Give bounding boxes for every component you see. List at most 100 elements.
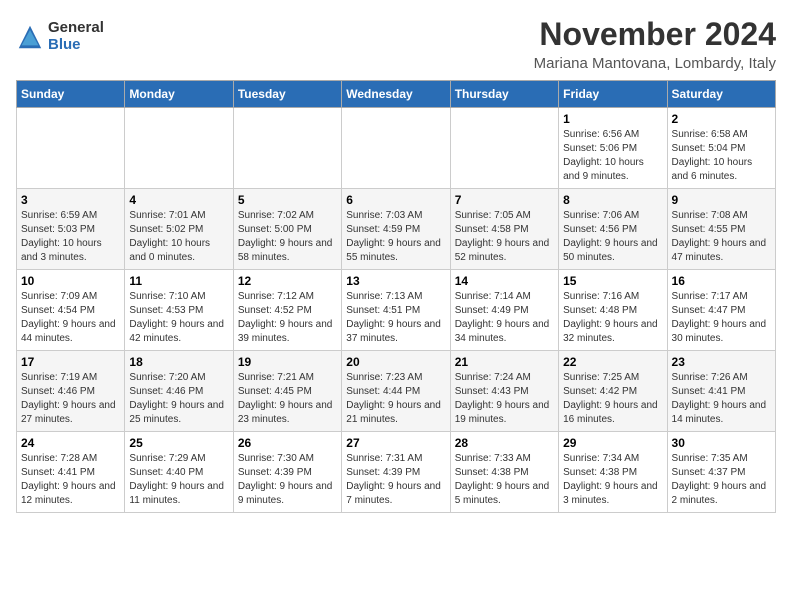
- day-number: 6: [346, 193, 445, 207]
- header-day-monday: Monday: [125, 81, 233, 108]
- header-day-friday: Friday: [559, 81, 667, 108]
- location-subtitle: Mariana Mantovana, Lombardy, Italy: [534, 55, 776, 72]
- week-row-5: 24 Sunrise: 7:28 AM Sunset: 4:41 PM Dayli…: [17, 432, 776, 513]
- calendar-cell: 7 Sunrise: 7:05 AM Sunset: 4:58 PM Daylig…: [450, 189, 558, 270]
- day-number: 10: [21, 274, 120, 288]
- day-info: Sunrise: 7:05 AM Sunset: 4:58 PM Dayligh…: [455, 209, 554, 265]
- day-number: 7: [455, 193, 554, 207]
- header-day-saturday: Saturday: [667, 81, 775, 108]
- calendar-cell: 9 Sunrise: 7:08 AM Sunset: 4:55 PM Daylig…: [667, 189, 775, 270]
- day-number: 19: [238, 355, 337, 369]
- calendar-cell: [125, 108, 233, 189]
- calendar-cell: 16 Sunrise: 7:17 AM Sunset: 4:47 PM Dayli…: [667, 270, 775, 351]
- calendar-cell: 18 Sunrise: 7:20 AM Sunset: 4:46 PM Dayli…: [125, 351, 233, 432]
- header-row: SundayMondayTuesdayWednesdayThursdayFrid…: [17, 81, 776, 108]
- day-number: 9: [672, 193, 771, 207]
- day-number: 8: [563, 193, 662, 207]
- day-info: Sunrise: 7:28 AM Sunset: 4:41 PM Dayligh…: [21, 452, 120, 508]
- day-info: Sunrise: 7:01 AM Sunset: 5:02 PM Dayligh…: [129, 209, 228, 265]
- day-info: Sunrise: 7:12 AM Sunset: 4:52 PM Dayligh…: [238, 290, 337, 346]
- calendar-cell: [233, 108, 341, 189]
- week-row-3: 10 Sunrise: 7:09 AM Sunset: 4:54 PM Dayli…: [17, 270, 776, 351]
- day-info: Sunrise: 7:25 AM Sunset: 4:42 PM Dayligh…: [563, 371, 662, 427]
- day-number: 2: [672, 112, 771, 126]
- day-number: 16: [672, 274, 771, 288]
- logo-icon: [16, 23, 44, 51]
- day-number: 29: [563, 436, 662, 450]
- day-info: Sunrise: 7:14 AM Sunset: 4:49 PM Dayligh…: [455, 290, 554, 346]
- day-info: Sunrise: 7:20 AM Sunset: 4:46 PM Dayligh…: [129, 371, 228, 427]
- calendar-cell: 13Sunrise: 7:13 AM Sunset: 4:51 PM Dayli…: [342, 270, 450, 351]
- calendar-cell: 14 Sunrise: 7:14 AM Sunset: 4:49 PM Dayli…: [450, 270, 558, 351]
- calendar-cell: 4Sunrise: 7:01 AM Sunset: 5:02 PM Daylig…: [125, 189, 233, 270]
- day-info: Sunrise: 7:29 AM Sunset: 4:40 PM Dayligh…: [129, 452, 228, 508]
- day-number: 3: [21, 193, 120, 207]
- calendar-cell: 20 Sunrise: 7:23 AM Sunset: 4:44 PM Dayli…: [342, 351, 450, 432]
- day-info: Sunrise: 7:33 AM Sunset: 4:38 PM Dayligh…: [455, 452, 554, 508]
- day-info: Sunrise: 7:26 AM Sunset: 4:41 PM Dayligh…: [672, 371, 771, 427]
- calendar-cell: 21 Sunrise: 7:24 AM Sunset: 4:43 PM Dayli…: [450, 351, 558, 432]
- day-number: 14: [455, 274, 554, 288]
- header-day-sunday: Sunday: [17, 81, 125, 108]
- week-row-2: 3Sunrise: 6:59 AM Sunset: 5:03 PM Daylig…: [17, 189, 776, 270]
- day-number: 20: [346, 355, 445, 369]
- day-info: Sunrise: 7:23 AM Sunset: 4:44 PM Dayligh…: [346, 371, 445, 427]
- calendar-cell: 5 Sunrise: 7:02 AM Sunset: 5:00 PM Daylig…: [233, 189, 341, 270]
- calendar-cell: 24 Sunrise: 7:28 AM Sunset: 4:41 PM Dayli…: [17, 432, 125, 513]
- calendar-cell: 19 Sunrise: 7:21 AM Sunset: 4:45 PM Dayli…: [233, 351, 341, 432]
- month-title: November 2024: [534, 16, 776, 53]
- day-number: 23: [672, 355, 771, 369]
- day-number: 1: [563, 112, 662, 126]
- calendar-cell: 2 Sunrise: 6:58 AM Sunset: 5:04 PM Daylig…: [667, 108, 775, 189]
- day-number: 26: [238, 436, 337, 450]
- calendar-body: 1 Sunrise: 6:56 AM Sunset: 5:06 PM Daylig…: [17, 108, 776, 513]
- calendar-cell: 29 Sunrise: 7:34 AM Sunset: 4:38 PM Dayli…: [559, 432, 667, 513]
- day-info: Sunrise: 7:24 AM Sunset: 4:43 PM Dayligh…: [455, 371, 554, 427]
- day-info: Sunrise: 7:35 AM Sunset: 4:37 PM Dayligh…: [672, 452, 771, 508]
- week-row-1: 1 Sunrise: 6:56 AM Sunset: 5:06 PM Daylig…: [17, 108, 776, 189]
- day-info: Sunrise: 7:17 AM Sunset: 4:47 PM Dayligh…: [672, 290, 771, 346]
- day-info: Sunrise: 7:09 AM Sunset: 4:54 PM Dayligh…: [21, 290, 120, 346]
- day-info: Sunrise: 7:16 AM Sunset: 4:48 PM Dayligh…: [563, 290, 662, 346]
- day-info: Sunrise: 7:21 AM Sunset: 4:45 PM Dayligh…: [238, 371, 337, 427]
- day-number: 18: [129, 355, 228, 369]
- day-info: Sunrise: 7:03 AM Sunset: 4:59 PM Dayligh…: [346, 209, 445, 265]
- calendar-cell: 10 Sunrise: 7:09 AM Sunset: 4:54 PM Dayli…: [17, 270, 125, 351]
- title-area: November 2024 Mariana Mantovana, Lombard…: [534, 16, 776, 72]
- day-number: 30: [672, 436, 771, 450]
- day-info: Sunrise: 6:58 AM Sunset: 5:04 PM Dayligh…: [672, 128, 771, 184]
- calendar-table: SundayMondayTuesdayWednesdayThursdayFrid…: [16, 80, 776, 513]
- logo-general-text: General: [48, 20, 104, 37]
- day-number: 15: [563, 274, 662, 288]
- header-day-thursday: Thursday: [450, 81, 558, 108]
- calendar-cell: 11Sunrise: 7:10 AM Sunset: 4:53 PM Dayli…: [125, 270, 233, 351]
- day-info: Sunrise: 7:02 AM Sunset: 5:00 PM Dayligh…: [238, 209, 337, 265]
- day-info: Sunrise: 7:19 AM Sunset: 4:46 PM Dayligh…: [21, 371, 120, 427]
- day-info: Sunrise: 7:34 AM Sunset: 4:38 PM Dayligh…: [563, 452, 662, 508]
- calendar-cell: 15 Sunrise: 7:16 AM Sunset: 4:48 PM Dayli…: [559, 270, 667, 351]
- day-info: Sunrise: 7:13 AM Sunset: 4:51 PM Dayligh…: [346, 290, 445, 346]
- calendar-cell: [450, 108, 558, 189]
- calendar-cell: 22 Sunrise: 7:25 AM Sunset: 4:42 PM Dayli…: [559, 351, 667, 432]
- day-number: 22: [563, 355, 662, 369]
- calendar-cell: [342, 108, 450, 189]
- calendar-cell: 17Sunrise: 7:19 AM Sunset: 4:46 PM Dayli…: [17, 351, 125, 432]
- logo-blue-text: Blue: [48, 37, 104, 54]
- day-info: Sunrise: 7:10 AM Sunset: 4:53 PM Dayligh…: [129, 290, 228, 346]
- day-number: 21: [455, 355, 554, 369]
- calendar-cell: 30 Sunrise: 7:35 AM Sunset: 4:37 PM Dayli…: [667, 432, 775, 513]
- day-info: Sunrise: 7:31 AM Sunset: 4:39 PM Dayligh…: [346, 452, 445, 508]
- day-info: Sunrise: 6:56 AM Sunset: 5:06 PM Dayligh…: [563, 128, 662, 184]
- logo: General Blue: [16, 20, 104, 53]
- day-number: 24: [21, 436, 120, 450]
- calendar-cell: 26Sunrise: 7:30 AM Sunset: 4:39 PM Dayli…: [233, 432, 341, 513]
- calendar-cell: 6 Sunrise: 7:03 AM Sunset: 4:59 PM Daylig…: [342, 189, 450, 270]
- header-day-wednesday: Wednesday: [342, 81, 450, 108]
- calendar-cell: 23 Sunrise: 7:26 AM Sunset: 4:41 PM Dayli…: [667, 351, 775, 432]
- day-number: 5: [238, 193, 337, 207]
- calendar-cell: 27Sunrise: 7:31 AM Sunset: 4:39 PM Dayli…: [342, 432, 450, 513]
- calendar-cell: 1 Sunrise: 6:56 AM Sunset: 5:06 PM Daylig…: [559, 108, 667, 189]
- calendar-cell: 12Sunrise: 7:12 AM Sunset: 4:52 PM Dayli…: [233, 270, 341, 351]
- day-number: 25: [129, 436, 228, 450]
- day-info: Sunrise: 7:08 AM Sunset: 4:55 PM Dayligh…: [672, 209, 771, 265]
